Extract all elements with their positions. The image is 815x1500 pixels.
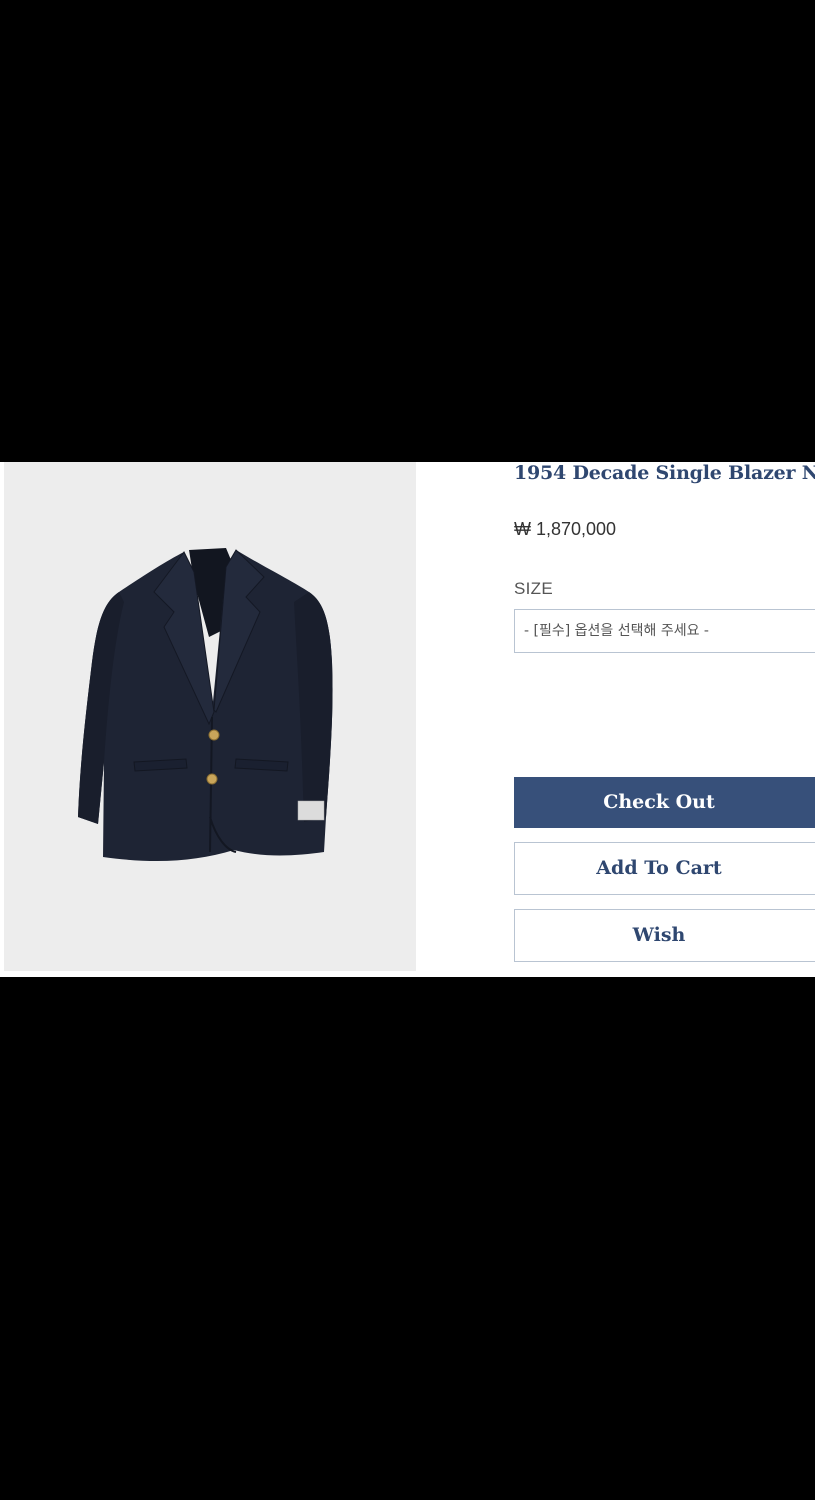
product-title: 1954 Decade Single Blazer Navy <box>514 462 815 484</box>
screen: 1954 Decade Single Blazer Navy ₩ 1,870,0… <box>0 0 815 1500</box>
product-price: ₩ 1,870,000 <box>514 519 617 539</box>
product-detail-page: 1954 Decade Single Blazer Navy ₩ 1,870,0… <box>0 462 815 977</box>
size-label: SIZE <box>514 579 553 598</box>
wish-button[interactable]: Wish <box>514 909 815 962</box>
checkout-button[interactable]: Check Out <box>514 777 815 828</box>
size-select[interactable]: - [필수] 옵션을 선택해 주세요 - <box>514 609 815 653</box>
navy-blazer-photo <box>78 548 333 862</box>
add-to-cart-button[interactable]: Add To Cart <box>514 842 815 895</box>
product-image[interactable] <box>4 462 416 971</box>
